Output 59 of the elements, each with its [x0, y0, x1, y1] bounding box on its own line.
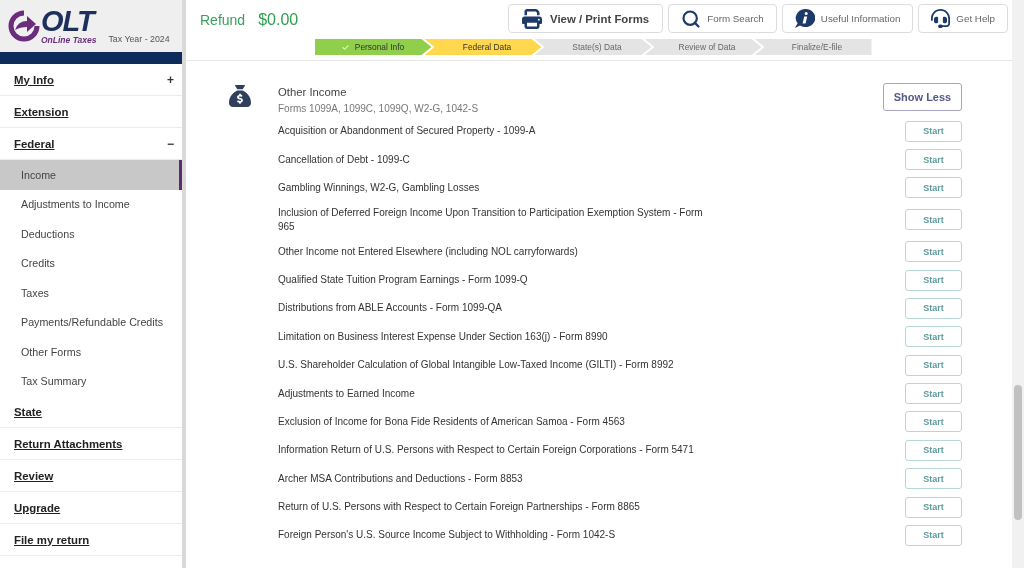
progress-step[interactable]: Federal Data [424, 39, 542, 55]
sidebar-link[interactable]: Review [14, 469, 54, 482]
tax-year-label: Tax Year - 2024 [108, 34, 170, 44]
get-help-button[interactable]: Get Help [918, 4, 1008, 33]
check-icon [341, 43, 349, 51]
sidebar-subitem[interactable]: Tax Summary [0, 366, 182, 396]
sidebar-subitem[interactable]: Income [0, 160, 182, 190]
useful-information-button[interactable]: Useful Information [781, 4, 914, 33]
sidebar-subitem[interactable]: Other Forms [0, 337, 182, 367]
show-less-button[interactable]: Show Less [883, 83, 962, 111]
sidebar-link[interactable]: Upgrade [14, 501, 61, 514]
income-item-label: U.S. Shareholder Calculation of Global Intangible Low-Taxed Income (GILTI) - Form 8992 [278, 358, 675, 373]
sidebar-link[interactable]: Return Attachments [14, 437, 123, 450]
income-item-label: Other Income not Entered Elsewhere (including NOL carryforwards) [278, 244, 579, 259]
section-title: Other Income [278, 85, 348, 99]
sidebar-subitem[interactable]: Adjustments to Income [0, 189, 182, 219]
income-item-label: Return of U.S. Persons with Respect to Certain Foreign Partnerships - Form 8865 [278, 500, 641, 515]
progress-step[interactable]: Finalize/E-file [754, 39, 872, 55]
refund-amount: $0.00 [258, 11, 299, 29]
income-item-label: Adjustments to Earned Income [278, 386, 416, 401]
income-item-label: Acquisition or Abandonment of Secured Property - 1099-A [278, 124, 537, 139]
expand-toggle[interactable]: − [167, 136, 174, 151]
income-item-label: Cancellation of Debt - 1099-C [278, 152, 411, 167]
money-bag-icon [229, 85, 251, 107]
income-item-label: Qualified State Tuition Program Earnings - Form 1099-Q [278, 273, 529, 288]
income-item-label: Distributions from ABLE Accounts - Form 1099-QA [278, 301, 503, 316]
logo-tagline: OnLine Taxes [41, 35, 97, 45]
income-item-label: Foreign Person's U.S. Source Income Subject to Withholding - Form 1042-S [278, 528, 617, 543]
sidebar-link[interactable]: My Info [14, 73, 54, 86]
scrollbar-track[interactable] [1012, 0, 1024, 568]
progress-step[interactable]: State(s) Data [534, 39, 652, 55]
search-icon [681, 8, 702, 29]
scrollbar-thumb[interactable] [1014, 385, 1022, 520]
sidebar-subitem[interactable]: Taxes [0, 278, 182, 308]
logo-wordmark: OLT [41, 8, 97, 34]
section-subtitle: Forms 1099A, 1099C, 1099Q, W2-G, 1042-S [278, 102, 479, 116]
circular-arrow-logo-icon [8, 8, 40, 44]
refund-label: Refund [200, 12, 246, 28]
sidebar-subitem[interactable]: Credits [0, 248, 182, 278]
progress-step[interactable]: Review of Data [644, 39, 762, 55]
income-item-label: Inclusion of Deferred Foreign Income Upon Transition to Participation Exemption System - Form 965 [278, 205, 704, 234]
sidebar-link[interactable]: Extension [14, 105, 69, 118]
sidebar-link[interactable]: Federal [14, 137, 55, 150]
sidebar-link[interactable]: State [14, 405, 42, 418]
expand-toggle[interactable]: + [167, 72, 174, 87]
income-item-label: Archer MSA Contributions and Deductions - Form 8853 [278, 471, 524, 486]
sidebar-link[interactable]: File my return [14, 533, 90, 546]
form-search-button[interactable]: Form Search [668, 4, 777, 33]
headset-icon [931, 9, 951, 28]
sidebar-subitem[interactable]: Deductions [0, 219, 182, 249]
income-item-label: Exclusion of Income for Bona Fide Residents of American Samoa - Form 4563 [278, 414, 626, 429]
print-forms-button[interactable]: View / Print Forms [508, 4, 664, 33]
income-item-label: Gambling Winnings, W2-G, Gambling Losses [278, 180, 481, 195]
income-item-label: Information Return of U.S. Persons with Respect to Certain Foreign Corporations - Form 5471 [278, 443, 695, 458]
printer-icon [522, 8, 543, 29]
info-icon [794, 9, 815, 28]
sidebar-subitem[interactable]: Payments/Refundable Credits [0, 307, 182, 337]
progress-step[interactable]: Personal Info [314, 39, 432, 55]
income-item-label: Limitation on Business Interest Expense Under Section 163(j) - Form 8990 [278, 329, 609, 344]
